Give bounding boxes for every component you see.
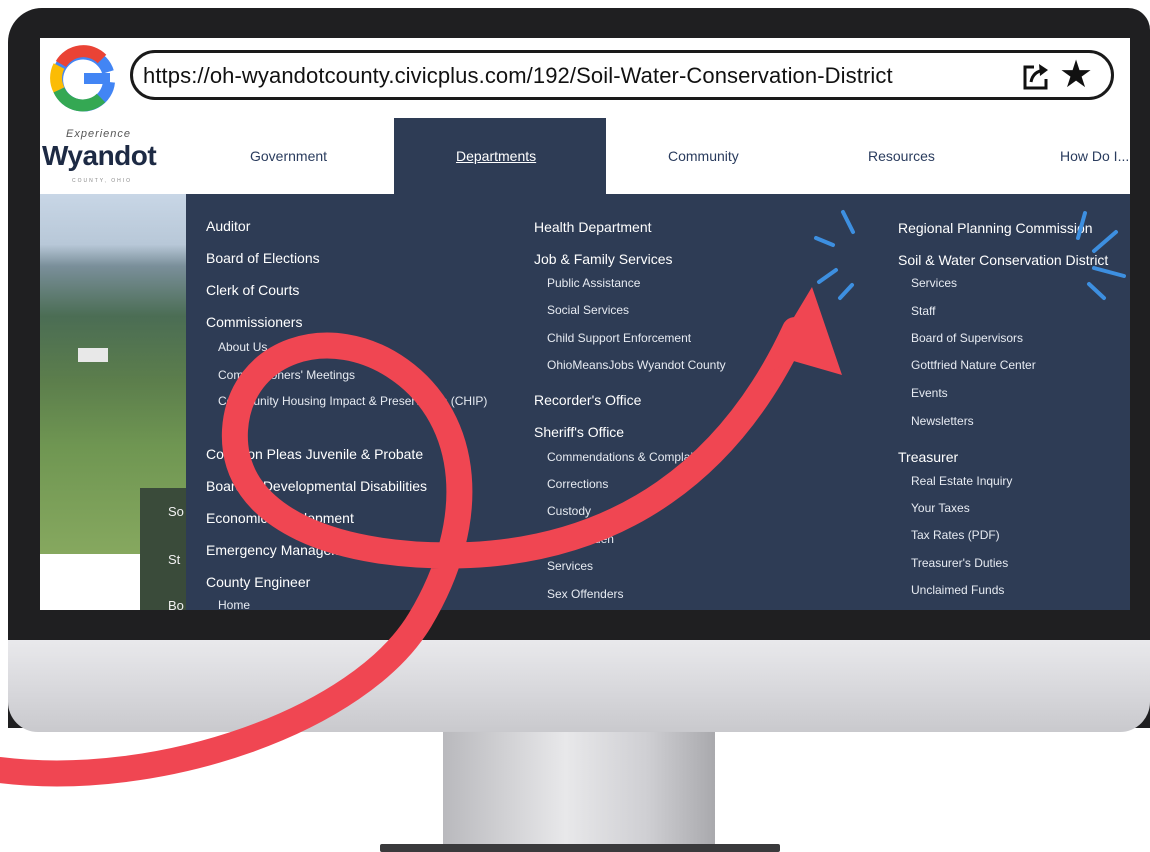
menu-newsletters[interactable]: Newsletters (911, 414, 974, 428)
menu-sheriffs-office[interactable]: Sheriff's Office (534, 424, 624, 440)
browser-bar: https://oh-wyandotcounty.civicplus.com/1… (40, 38, 1130, 116)
nav-government[interactable]: Government (250, 148, 327, 164)
screen: https://oh-wyandotcounty.civicplus.com/1… (40, 38, 1130, 610)
side-panel-item[interactable]: St (168, 552, 180, 567)
menu-treasurer[interactable]: Treasurer (898, 449, 958, 465)
nav-community[interactable]: Community (668, 148, 739, 164)
menu-recorders-office[interactable]: Recorder's Office (534, 392, 641, 408)
menu-about-us[interactable]: About Us (218, 340, 267, 354)
side-panel-item[interactable]: So (168, 504, 184, 519)
menu-sheriff-services[interactable]: Services (547, 559, 593, 573)
menu-unclaimed-funds[interactable]: Unclaimed Funds (911, 583, 1004, 597)
menu-gottfried-nature-center[interactable]: Gottfried Nature Center (911, 358, 1036, 372)
site-logo[interactable]: Experience Wyandot COUNTY, OHIO (40, 122, 180, 194)
menu-commissioners-meetings[interactable]: Commissioners' Meetings (218, 368, 355, 382)
share-icon[interactable] (1021, 62, 1051, 92)
menu-social-services[interactable]: Social Services (547, 303, 629, 317)
menu-job-family-services[interactable]: Job & Family Services (534, 251, 672, 267)
side-panel-item[interactable]: Bo (168, 598, 184, 610)
nav-departments-label: Departments (456, 148, 537, 164)
menu-chip[interactable]: Community Housing Impact & Preservation … (218, 394, 487, 408)
menu-regional-planning[interactable]: Regional Planning Commission (898, 220, 1093, 236)
nav-resources[interactable]: Resources (868, 148, 935, 164)
address-bar[interactable]: https://oh-wyandotcounty.civicplus.com/1… (130, 50, 1114, 100)
nav-how-do-i[interactable]: How Do I... (1060, 148, 1129, 164)
logo-tagline: Experience (66, 128, 132, 140)
menu-economic-development[interactable]: Economic Development (206, 510, 354, 526)
monitor-stand (443, 732, 715, 844)
hero-farmhouse (78, 348, 108, 362)
menu-dog-warden[interactable]: Dog Warden (547, 532, 614, 546)
menu-county-engineer[interactable]: County Engineer (206, 574, 310, 590)
menu-common-pleas[interactable]: Common Pleas Juvenile & Probate (206, 446, 423, 462)
nav-departments[interactable]: Departments (394, 118, 606, 194)
logo-wordmark: Wyandot (42, 140, 157, 171)
menu-public-assistance[interactable]: Public Assistance (547, 276, 640, 290)
menu-child-support[interactable]: Child Support Enforcement (547, 331, 691, 345)
menu-board-of-supervisors[interactable]: Board of Supervisors (911, 331, 1023, 345)
menu-clerk-of-courts[interactable]: Clerk of Courts (206, 282, 299, 298)
menu-auditor[interactable]: Auditor (206, 218, 250, 234)
menu-commendations[interactable]: Commendations & Complaints (547, 450, 709, 464)
departments-dropdown: Auditor Board of Elections Clerk of Cour… (186, 194, 1130, 610)
menu-commissioners[interactable]: Commissioners (206, 314, 302, 330)
menu-board-of-elections[interactable]: Board of Elections (206, 250, 320, 266)
menu-real-estate-inquiry[interactable]: Real Estate Inquiry (911, 474, 1012, 488)
menu-treasurers-duties[interactable]: Treasurer's Duties (911, 556, 1008, 570)
url-text: https://oh-wyandotcounty.civicplus.com/1… (143, 63, 893, 88)
monitor-stand-base (380, 844, 780, 852)
hero-blank (40, 554, 138, 610)
menu-health-department[interactable]: Health Department (534, 219, 652, 235)
star-icon[interactable]: ★ (1059, 55, 1093, 95)
menu-soil-water-conservation[interactable]: Soil & Water Conservation District (898, 252, 1108, 268)
monitor-chin (8, 640, 1150, 732)
menu-tax-rates[interactable]: Tax Rates (PDF) (911, 528, 1000, 542)
menu-custody[interactable]: Custody (547, 504, 591, 518)
menu-your-taxes[interactable]: Your Taxes (911, 501, 970, 515)
menu-board-dd[interactable]: Board of Developmental Disabilities (206, 478, 427, 494)
menu-swcd-staff[interactable]: Staff (911, 304, 935, 318)
menu-swcd-services[interactable]: Services (911, 276, 957, 290)
menu-corrections[interactable]: Corrections (547, 477, 608, 491)
menu-emergency-management[interactable]: Emergency Management (206, 542, 362, 558)
google-g-icon (50, 45, 115, 112)
menu-sex-offenders[interactable]: Sex Offenders (547, 587, 624, 601)
menu-events[interactable]: Events (911, 386, 948, 400)
logo-subtitle: COUNTY, OHIO (72, 178, 133, 184)
menu-ohiomeansjobs[interactable]: OhioMeansJobs Wyandot County (547, 358, 726, 372)
menu-home[interactable]: Home (218, 598, 250, 610)
